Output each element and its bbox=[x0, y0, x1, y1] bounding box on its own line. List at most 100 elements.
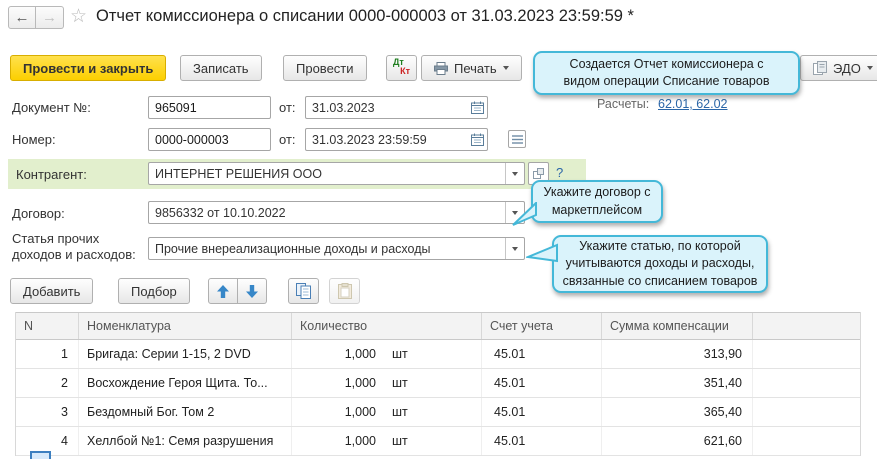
forward-icon: → bbox=[42, 9, 57, 26]
table-row[interactable]: 3 Бездомный Бог. Том 2 1,000 шт 45.01 36… bbox=[16, 398, 860, 427]
col-header-nomenclature[interactable]: Номенклатура bbox=[79, 313, 292, 339]
chevron-down-icon bbox=[512, 246, 518, 251]
back-icon: ← bbox=[14, 9, 30, 26]
tooltip-operation: Создается Отчет комиссионера с видом опе… bbox=[533, 51, 800, 95]
unit-value: шт bbox=[392, 376, 408, 390]
account-cell[interactable]: 45.01 bbox=[482, 340, 602, 368]
tooltip-tail-icon bbox=[526, 243, 558, 263]
account-cell[interactable]: 45.01 bbox=[482, 369, 602, 397]
favorite-star-icon[interactable]: ☆ bbox=[70, 5, 87, 28]
add-row-label: Добавить bbox=[23, 283, 81, 299]
quantity-cell[interactable]: 1,000 шт bbox=[292, 340, 482, 368]
article-value: Прочие внереализационные доходы и расход… bbox=[155, 241, 431, 256]
nomenclature-cell[interactable]: Бездомный Бог. Том 2 bbox=[79, 398, 292, 426]
counterparty-label: Контрагент: bbox=[16, 167, 87, 182]
paste-row-button[interactable] bbox=[329, 278, 360, 304]
table-row[interactable]: 1 Бригада: Серии 1-15, 2 DVD 1,000 шт 45… bbox=[16, 340, 860, 369]
counterparty-value: ИНТЕРНЕТ РЕШЕНИЯ ООО bbox=[155, 166, 322, 181]
doc-from-label: от: bbox=[279, 100, 296, 115]
number-from-label: от: bbox=[279, 132, 296, 147]
article-input[interactable]: Прочие внереализационные доходы и расход… bbox=[148, 237, 525, 260]
back-button[interactable]: ← bbox=[8, 6, 36, 29]
datetime-value: 31.03.2023 23:59:59 bbox=[312, 132, 427, 147]
move-row-group bbox=[208, 278, 267, 304]
nomenclature-cell[interactable]: Восхождение Героя Щита. То... bbox=[79, 369, 292, 397]
chevron-down-icon bbox=[512, 171, 518, 176]
dtkt-postings-button[interactable]: Дт Кт bbox=[386, 55, 417, 81]
empty-cell bbox=[753, 427, 860, 455]
table-row[interactable]: 4 Хеллбой №1: Семя разрушения 1,000 шт 4… bbox=[16, 427, 860, 456]
account-cell[interactable]: 45.01 bbox=[482, 427, 602, 455]
tooltip-article: Укажите статью, по которой учитываются д… bbox=[526, 235, 768, 293]
account-cell[interactable]: 45.01 bbox=[482, 398, 602, 426]
col-header-n[interactable]: N bbox=[16, 313, 79, 339]
nomenclature-cell[interactable]: Хеллбой №1: Семя разрушения bbox=[79, 427, 292, 455]
calendar-icon[interactable] bbox=[467, 101, 487, 114]
list-select-button[interactable] bbox=[508, 130, 526, 148]
quantity-cell[interactable]: 1,000 шт bbox=[292, 427, 482, 455]
pick-button[interactable]: Подбор bbox=[118, 278, 190, 304]
calendar-icon[interactable] bbox=[467, 133, 487, 146]
settlements-label: Расчеты: bbox=[597, 97, 650, 111]
edo-label: ЭДО bbox=[833, 60, 861, 76]
edo-button[interactable]: ЭДО bbox=[800, 55, 877, 81]
move-down-icon bbox=[246, 284, 258, 298]
doc-number-input[interactable] bbox=[148, 96, 271, 119]
nav-button-group: ← → bbox=[8, 6, 64, 29]
open-form-icon bbox=[533, 168, 544, 179]
help-link[interactable]: ? bbox=[556, 165, 563, 180]
col-header-empty bbox=[753, 313, 860, 339]
nomenclature-cell[interactable]: Бригада: Серии 1-15, 2 DVD bbox=[79, 340, 292, 368]
save-label: Записать bbox=[193, 60, 249, 76]
dtkt-icon: Дт Кт bbox=[393, 58, 410, 78]
print-dropdown-caret-icon bbox=[502, 66, 509, 70]
post-and-close-button[interactable]: Провести и закрыть bbox=[10, 55, 167, 81]
tooltip-operation-text: Создается Отчет комиссионера с видом опе… bbox=[563, 56, 770, 89]
compensation-cell[interactable]: 365,40 bbox=[602, 398, 753, 426]
counterparty-input[interactable]: ИНТЕРНЕТ РЕШЕНИЯ ООО bbox=[148, 162, 525, 185]
print-button[interactable]: Печать bbox=[421, 55, 522, 81]
save-button[interactable]: Записать bbox=[180, 55, 262, 81]
move-down-button[interactable] bbox=[238, 278, 267, 304]
doc-date-input[interactable]: 31.03.2023 bbox=[305, 96, 488, 119]
post-and-close-label: Провести и закрыть bbox=[23, 60, 154, 76]
quantity-cell[interactable]: 1,000 шт bbox=[292, 398, 482, 426]
contract-input[interactable]: 9856332 от 10.10.2022 bbox=[148, 201, 525, 224]
quantity-value: 1,000 bbox=[344, 434, 376, 448]
edo-dropdown-caret-icon bbox=[866, 66, 873, 70]
forward-button[interactable]: → bbox=[36, 6, 64, 29]
doc-date-value: 31.03.2023 bbox=[312, 100, 375, 115]
add-row-button[interactable]: Добавить bbox=[10, 278, 94, 304]
commissioner-report-window: ← → ☆ Отчет комиссионера о списании 0000… bbox=[0, 0, 877, 459]
table-row[interactable]: 2 Восхождение Героя Щита. То... 1,000 шт… bbox=[16, 369, 860, 398]
col-header-quantity[interactable]: Количество bbox=[292, 313, 482, 339]
settlements-accounts-link[interactable]: 62.01, 62.02 bbox=[658, 97, 728, 111]
col-header-account[interactable]: Счет учета bbox=[482, 313, 602, 339]
row-number-cell[interactable]: 2 bbox=[16, 369, 79, 397]
counterparty-dropdown-button[interactable] bbox=[505, 163, 524, 184]
move-up-button[interactable] bbox=[208, 278, 238, 304]
active-cell-cursor[interactable] bbox=[30, 451, 51, 459]
tooltip-contract-text: Укажите договор с маркетплейсом bbox=[543, 185, 651, 217]
contract-value: 9856332 от 10.10.2022 bbox=[155, 205, 286, 220]
post-button[interactable]: Провести bbox=[283, 55, 367, 81]
list-icon bbox=[511, 134, 523, 144]
article-dropdown-button[interactable] bbox=[505, 238, 524, 259]
unit-value: шт bbox=[392, 347, 408, 361]
row-number-cell[interactable]: 3 bbox=[16, 398, 79, 426]
copy-row-button[interactable] bbox=[288, 278, 319, 304]
empty-cell bbox=[753, 340, 860, 368]
compensation-cell[interactable]: 313,90 bbox=[602, 340, 753, 368]
number-input[interactable] bbox=[148, 128, 271, 151]
row-number-cell[interactable]: 1 bbox=[16, 340, 79, 368]
contract-label: Договор: bbox=[12, 206, 65, 221]
edo-icon bbox=[813, 61, 827, 75]
col-header-compensation[interactable]: Сумма компенсации bbox=[602, 313, 753, 339]
empty-cell bbox=[753, 369, 860, 397]
datetime-input[interactable]: 31.03.2023 23:59:59 bbox=[305, 128, 488, 151]
quantity-cell[interactable]: 1,000 шт bbox=[292, 369, 482, 397]
items-table: N Номенклатура Количество Счет учета Сум… bbox=[15, 312, 861, 456]
compensation-cell[interactable]: 621,60 bbox=[602, 427, 753, 455]
quantity-value: 1,000 bbox=[344, 347, 376, 361]
compensation-cell[interactable]: 351,40 bbox=[602, 369, 753, 397]
